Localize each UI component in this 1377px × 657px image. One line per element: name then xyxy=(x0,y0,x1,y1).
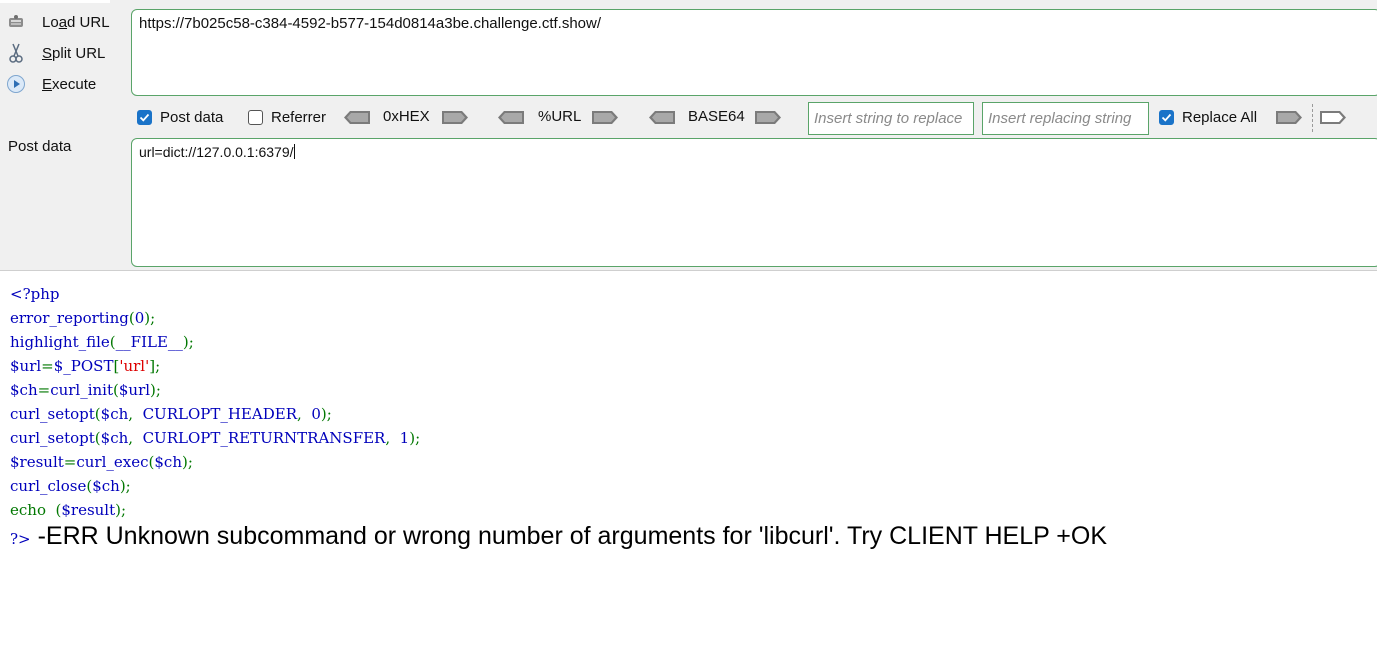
split-url-label: Split URL xyxy=(42,44,106,62)
code-line-4: $ch=curl_init($url); xyxy=(10,381,161,399)
post-data-checkbox[interactable] xyxy=(137,110,152,125)
response-text: -ERR Unknown subcommand or wrong number … xyxy=(30,522,1108,550)
post-data-value: url=dict://127.0.0.1:6379/ xyxy=(139,144,294,160)
base64-encode-arrow-icon[interactable] xyxy=(754,110,782,125)
top-strip xyxy=(0,0,110,3)
toolbar-divider xyxy=(1312,104,1313,132)
split-url-button[interactable]: Split URL xyxy=(0,40,125,66)
load-url-button[interactable]: Load URL xyxy=(0,9,125,35)
load-url-icon xyxy=(6,12,26,32)
referrer-checkbox[interactable] xyxy=(248,110,263,125)
url-value: https://7b025c58-c384-4592-b577-154d0814… xyxy=(139,15,602,32)
url-decode-arrow-icon[interactable] xyxy=(497,110,525,125)
url-textarea[interactable]: https://7b025c58-c384-4592-b577-154d0814… xyxy=(131,9,1377,96)
response-output: ?> -ERR Unknown subcommand or wrong numb… xyxy=(10,522,1107,551)
hex-label[interactable]: 0xHEX xyxy=(383,108,430,125)
url-encode-label[interactable]: %URL xyxy=(538,108,581,125)
code-line-1: error_reporting(0); xyxy=(10,309,156,327)
hex-decode-arrow-icon[interactable] xyxy=(343,110,371,125)
load-url-label: Load URL xyxy=(42,13,110,31)
hackbar-panel: Load URL Split URL Execute Post data htt… xyxy=(0,0,1377,271)
php-source-listing: <?php error_reporting(0); highlight_file… xyxy=(10,282,420,522)
base64-label[interactable]: BASE64 xyxy=(688,108,745,125)
hackbar-toolbar: Post data Referrer 0xHEX %URL BASE64 Ins… xyxy=(131,102,1377,135)
replace-search-input[interactable]: Insert string to replace xyxy=(808,102,974,135)
execute-button[interactable]: Execute xyxy=(0,71,125,97)
checkmark-icon xyxy=(139,113,150,122)
post-data-toggle-label: Post data xyxy=(160,109,224,126)
code-line-2: highlight_file(__FILE__); xyxy=(10,333,194,351)
code-line-7: $result=curl_exec($ch); xyxy=(10,453,193,471)
checkmark-icon xyxy=(1161,113,1172,122)
execute-label: Execute xyxy=(42,75,97,93)
post-data-side-label: Post data xyxy=(8,138,72,155)
code-line-3: $url=$_POST['url']; xyxy=(10,357,161,375)
code-line-9: echo ($result); xyxy=(10,501,127,519)
replace-all-checkbox[interactable] xyxy=(1159,110,1174,125)
more-options-arrow-icon[interactable] xyxy=(1319,110,1347,125)
text-caret xyxy=(293,144,295,159)
replace-run-arrow-icon[interactable] xyxy=(1275,110,1303,125)
php-open-tag: <?php xyxy=(10,285,60,303)
hex-encode-arrow-icon[interactable] xyxy=(441,110,469,125)
base64-decode-arrow-icon[interactable] xyxy=(648,110,676,125)
url-encode-arrow-icon[interactable] xyxy=(591,110,619,125)
replace-all-label: Replace All xyxy=(1182,109,1258,126)
code-line-6: curl_setopt($ch, CURLOPT_RETURNTRANSFER,… xyxy=(10,429,421,447)
php-close-tag: ?> xyxy=(10,530,31,548)
replace-with-input[interactable]: Insert replacing string xyxy=(982,102,1149,135)
play-circle-icon xyxy=(6,74,26,94)
code-line-5: curl_setopt($ch, CURLOPT_HEADER, 0); xyxy=(10,405,332,423)
referrer-label: Referrer xyxy=(271,109,327,126)
code-line-8: curl_close($ch); xyxy=(10,477,131,495)
post-data-textarea[interactable]: url=dict://127.0.0.1:6379/ xyxy=(131,138,1377,267)
scissors-icon xyxy=(6,43,26,63)
